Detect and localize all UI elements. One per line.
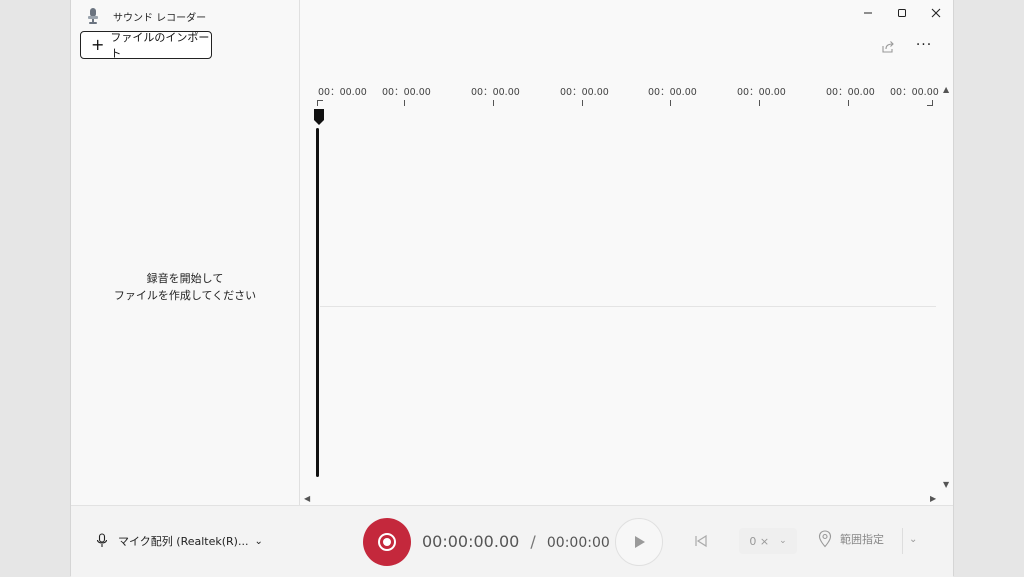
scroll-up-arrow[interactable]: ▲ <box>943 85 949 94</box>
sidebar: サウンド レコーダー + ファイルのインポート 録音を開始して ファイルを作成し… <box>71 0 300 505</box>
minimize-icon <box>864 12 872 14</box>
ruler-tick <box>493 100 494 106</box>
record-icon <box>378 533 396 551</box>
ruler-end-marker <box>927 100 933 106</box>
empty-state-message: 録音を開始して ファイルを作成してください <box>71 270 299 304</box>
maximize-button[interactable] <box>885 0 919 26</box>
app-title: サウンド レコーダー <box>113 12 207 24</box>
playhead-line[interactable] <box>316 128 319 477</box>
ruler-tick <box>848 100 849 106</box>
empty-state-line-1: 録音を開始して <box>146 272 224 285</box>
location-pin-icon <box>818 530 832 548</box>
microphone-icon <box>96 533 108 547</box>
range-select-button[interactable]: 範囲指定 <box>818 530 884 548</box>
window-controls <box>851 0 953 26</box>
record-button[interactable] <box>363 518 411 566</box>
play-icon <box>635 536 645 548</box>
range-select-label: 範囲指定 <box>840 533 884 546</box>
ruler-tick <box>670 100 671 106</box>
play-button[interactable] <box>615 518 663 566</box>
ruler-label: 00：00.00 <box>826 87 875 98</box>
ruler-label: 00：00.00 <box>648 87 697 98</box>
app-window: サウンド レコーダー + ファイルのインポート 録音を開始して ファイルを作成し… <box>70 0 955 577</box>
ruler-start-marker <box>317 100 323 106</box>
ruler-label: 00：00.00 <box>382 87 431 98</box>
time-separator: / <box>530 532 536 551</box>
scroll-down-arrow[interactable]: ▼ <box>943 480 949 489</box>
skip-to-start-button[interactable] <box>691 532 711 550</box>
app-microphone-icon <box>88 8 98 24</box>
ruler-label: 00：00.00 <box>471 87 520 98</box>
time-display: 00:00:00.00 / 00:00:00 <box>422 532 610 551</box>
timeline-area[interactable]: 00：00.00 00：00.00 00：00.00 00：00.00 00：0… <box>300 80 955 505</box>
chevron-down-icon: ⌄ <box>254 535 263 547</box>
more-options-button[interactable]: ··· <box>913 37 935 55</box>
ruler-tick <box>404 100 405 106</box>
share-icon <box>882 41 894 53</box>
maximize-icon <box>898 9 906 17</box>
close-button[interactable] <box>919 0 953 26</box>
chevron-down-icon: ⌄ <box>779 536 787 546</box>
scroll-right-arrow[interactable]: ▶ <box>930 494 936 503</box>
total-time: 00:00:00 <box>546 535 610 551</box>
close-icon <box>931 8 941 18</box>
import-file-button[interactable]: + ファイルのインポート <box>80 31 212 60</box>
ruler-label: 00：00.00 <box>560 87 609 98</box>
ruler-label: 00：00.00 <box>318 87 367 98</box>
share-button[interactable] <box>879 38 897 56</box>
ruler-label: 00：00.00 <box>737 87 786 98</box>
app-title-bar: サウンド レコーダー <box>87 8 206 24</box>
microphone-label: マイク配列 (Realtek(R)... <box>118 535 249 548</box>
skip-back-icon <box>695 534 707 548</box>
playhead-handle[interactable] <box>313 108 325 126</box>
range-options-chevron-icon[interactable]: ⌄ <box>909 534 917 545</box>
import-file-label: ファイルのインポート <box>110 31 210 60</box>
playback-speed-selector[interactable]: 0 × ⌄ <box>739 528 797 554</box>
waveform-baseline <box>320 306 936 307</box>
divider <box>902 528 903 554</box>
ruler-tick <box>582 100 583 106</box>
scroll-left-arrow[interactable]: ◀ <box>304 494 310 503</box>
playback-speed-value: 0 × <box>749 534 770 548</box>
microphone-selector[interactable]: マイク配列 (Realtek(R)... ⌄ <box>96 533 263 549</box>
ruler-label: 00：00.00 <box>890 87 939 98</box>
minimize-button[interactable] <box>851 0 885 26</box>
empty-state-line-2: ファイルを作成してください <box>113 289 257 302</box>
ruler-tick <box>759 100 760 106</box>
current-time: 00:00:00.00 <box>422 532 520 551</box>
playback-bar: マイク配列 (Realtek(R)... ⌄ 00:00:00.00 / 00:… <box>71 505 953 577</box>
plus-icon: + <box>91 35 105 54</box>
